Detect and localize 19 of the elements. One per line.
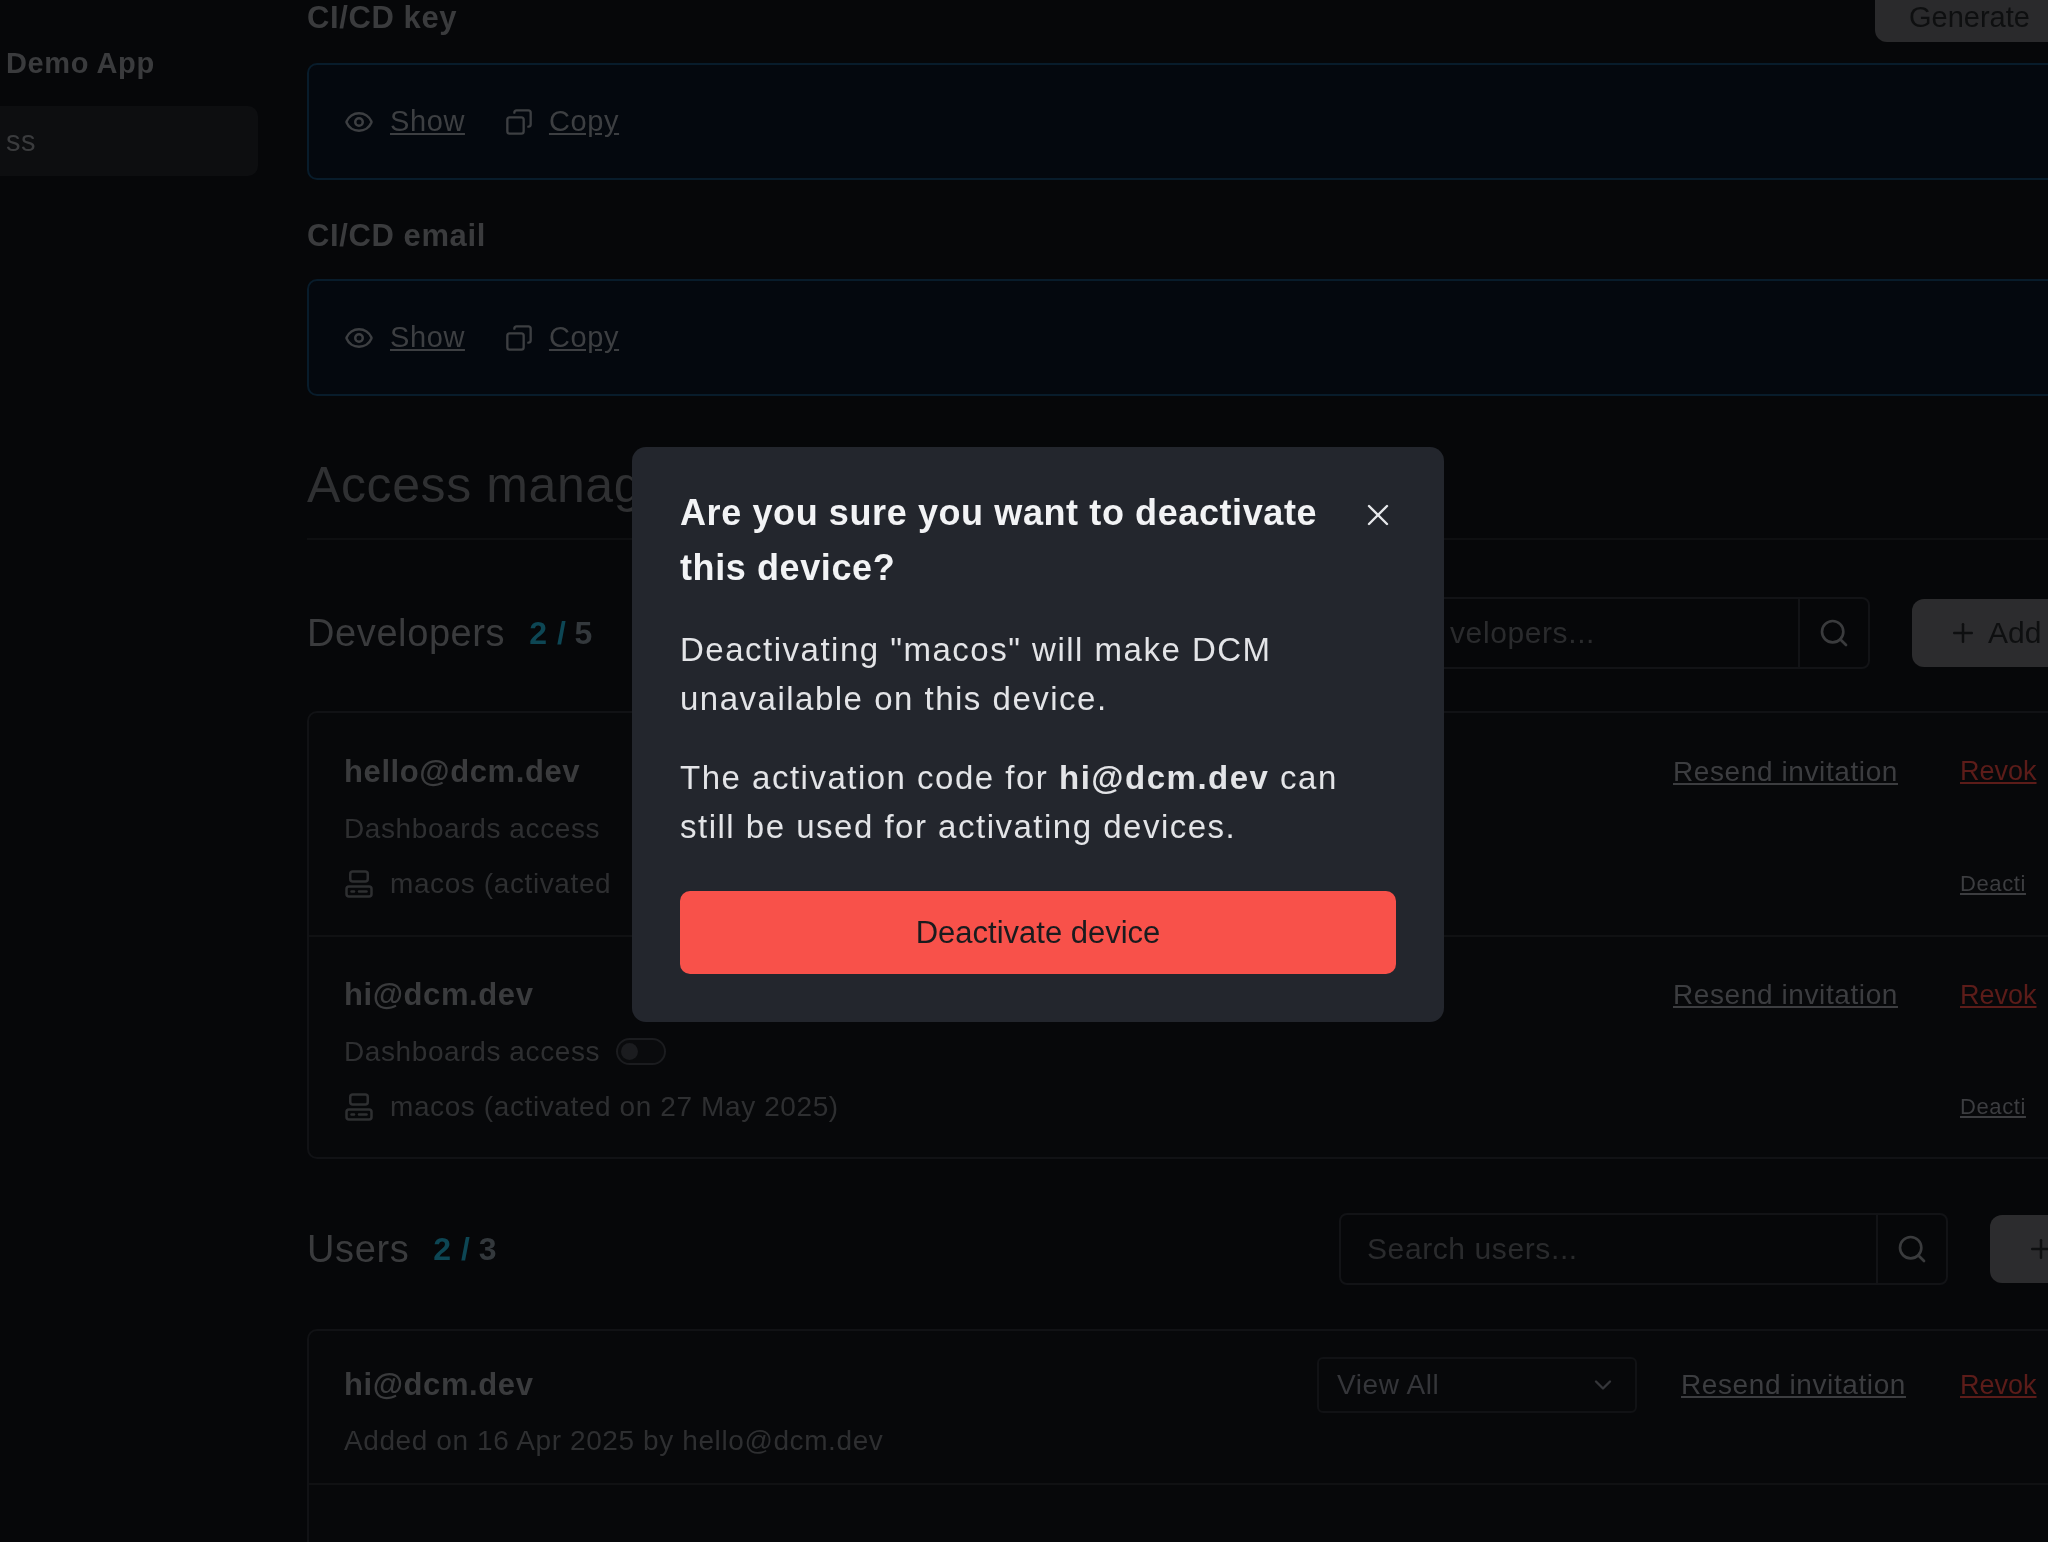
dialog-text: Deactivating "macos" will make DCM unavailable on this device. xyxy=(680,630,1273,719)
search-icon xyxy=(1896,1233,1928,1265)
revoke-link[interactable]: Revok xyxy=(1960,756,2037,788)
copy-link[interactable]: Copy xyxy=(504,321,620,354)
copy-icon xyxy=(504,323,533,352)
show-link[interactable]: Show xyxy=(344,105,465,138)
computer-icon xyxy=(344,869,374,900)
member-count: 2 / xyxy=(433,1230,471,1268)
member-count: 2 / xyxy=(529,614,567,652)
deactivate-button[interactable]: Deactivate device xyxy=(680,891,1396,974)
copy-link[interactable]: Copy xyxy=(504,105,620,138)
computer-icon xyxy=(344,1091,374,1122)
revoke-link[interactable]: Revok xyxy=(1960,979,2037,1011)
revoke-link[interactable]: Revok xyxy=(1960,1369,2037,1401)
search-icon xyxy=(1818,617,1850,649)
dialog-title: Are you sure you want to deactivate this device? xyxy=(680,491,1319,590)
copy-icon xyxy=(504,107,533,136)
show-link[interactable]: Show xyxy=(344,321,465,354)
dialog-text: The activation code for hi@dcm.dev can still be used for activating devices. xyxy=(680,758,1339,847)
